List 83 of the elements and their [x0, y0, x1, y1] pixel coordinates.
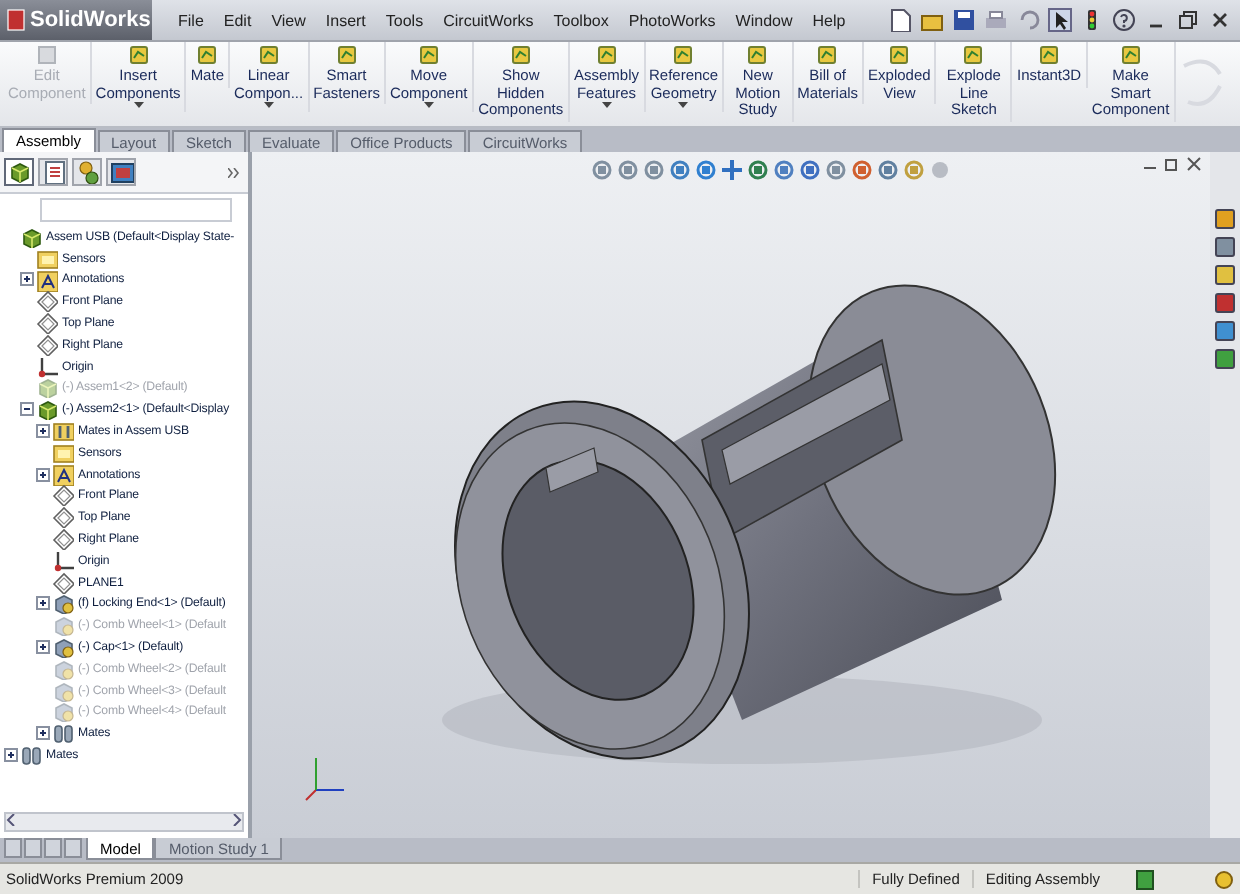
- plane-icon: [36, 290, 58, 313]
- logo-icon: [6, 8, 26, 32]
- panel-tab[interactable]: [38, 158, 68, 186]
- filter-field[interactable]: [40, 198, 232, 222]
- property-sheet-icon: [41, 160, 65, 184]
- menu-item[interactable]: View: [261, 11, 316, 29]
- expander-icon[interactable]: [36, 726, 50, 741]
- expander-icon[interactable]: [20, 272, 34, 287]
- expander-icon[interactable]: [20, 402, 34, 417]
- tool-icon: [962, 44, 985, 66]
- assembly-icon: [20, 225, 42, 248]
- restore-icon[interactable]: [1164, 156, 1180, 172]
- close-icon[interactable]: [1208, 8, 1232, 32]
- component-icon: [52, 700, 74, 723]
- assembly-icon: [7, 160, 31, 184]
- component-icon: [52, 679, 74, 702]
- folder-icon: [36, 247, 58, 270]
- panel-tab[interactable]: [72, 158, 102, 186]
- folder-icon: [52, 441, 74, 464]
- component-icon: [52, 657, 74, 680]
- expand-chevron-icon[interactable]: [228, 167, 240, 177]
- menu-item[interactable]: Edit: [213, 11, 262, 29]
- pointer-icon[interactable]: [1048, 8, 1072, 32]
- component-icon: [52, 592, 74, 615]
- annotation-icon: [36, 269, 58, 291]
- tool-icon: [672, 44, 695, 66]
- tool-icon: [816, 44, 839, 66]
- tool-icon: [888, 44, 911, 66]
- tool-icon: [127, 44, 150, 66]
- plane-icon: [52, 484, 74, 507]
- origin-icon: [36, 355, 58, 378]
- component-icon: [52, 636, 74, 659]
- tool-icon: [417, 44, 440, 66]
- tool-icon: [595, 44, 618, 66]
- plane-icon: [52, 528, 74, 551]
- restore-icon[interactable]: [1176, 8, 1200, 32]
- scroll-right-icon[interactable]: [230, 814, 242, 826]
- plane-icon: [52, 506, 74, 529]
- pan-icon[interactable]: [722, 160, 742, 180]
- mates-folder-icon: [52, 420, 74, 443]
- tool-icon: [1119, 44, 1142, 66]
- help-icon[interactable]: [1112, 8, 1136, 32]
- menu-item[interactable]: Help: [802, 11, 856, 29]
- tool-icon: [196, 44, 219, 66]
- save-icon[interactable]: [952, 8, 976, 32]
- app-logo: SolidWorks: [0, 0, 152, 40]
- expander-icon[interactable]: [4, 748, 18, 763]
- annotation-icon: [52, 463, 74, 486]
- plane-icon: [36, 312, 58, 335]
- menu-item[interactable]: Tools: [375, 11, 434, 29]
- scroll-left-icon[interactable]: [6, 814, 18, 826]
- tool-icon: [1038, 44, 1061, 66]
- undo-icon[interactable]: [1016, 8, 1040, 32]
- expander-icon[interactable]: [36, 424, 50, 439]
- new-document-icon[interactable]: [888, 8, 912, 32]
- printer-icon[interactable]: [984, 8, 1008, 32]
- expander-icon[interactable]: [36, 596, 50, 611]
- tool-icon: [509, 44, 532, 66]
- expander-icon[interactable]: [36, 640, 50, 655]
- component-icon: [52, 614, 74, 637]
- panel-tab[interactable]: [106, 158, 136, 186]
- menu-item[interactable]: Insert: [315, 11, 376, 29]
- tool-icon: [257, 44, 280, 66]
- horizontal-scrollbar[interactable]: [4, 812, 244, 832]
- display-pane-icon: [109, 160, 133, 184]
- paper-clip-icon: [20, 744, 42, 767]
- menu-item[interactable]: File: [168, 11, 214, 29]
- menu-item[interactable]: Toolbox: [543, 11, 619, 29]
- plane-icon: [36, 333, 58, 356]
- menu-item[interactable]: Window: [725, 11, 803, 29]
- plane-icon: [52, 571, 74, 594]
- origin-icon: [52, 549, 74, 572]
- paper-clip-icon: [52, 722, 74, 745]
- configuration-icon: [75, 160, 99, 184]
- tool-icon: [746, 44, 769, 66]
- tool-icon: [335, 44, 358, 66]
- panel-tab[interactable]: [4, 158, 34, 186]
- expander-icon[interactable]: [36, 467, 50, 482]
- assembly-icon: [36, 398, 58, 421]
- menu-item[interactable]: PhotoWorks: [618, 11, 726, 29]
- assembly-icon: [36, 376, 58, 399]
- close-icon[interactable]: [1186, 156, 1202, 172]
- menu-item[interactable]: CircuitWorks: [433, 11, 544, 29]
